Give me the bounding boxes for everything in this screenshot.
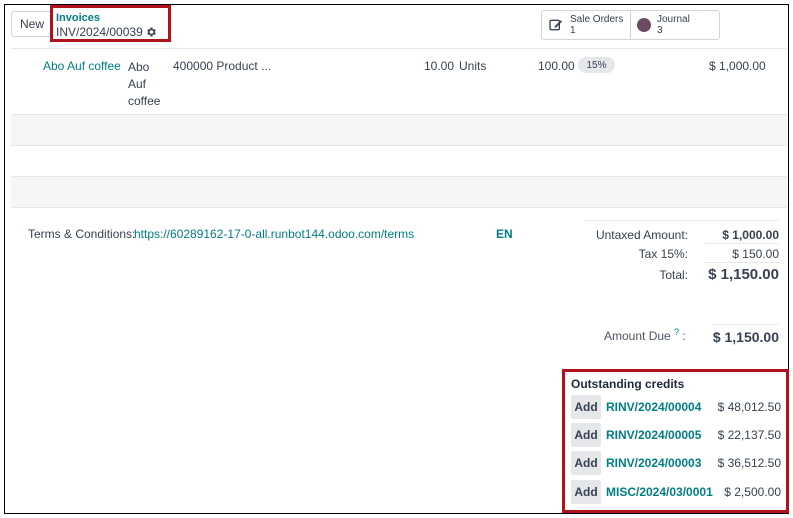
divider [11, 207, 787, 208]
breadcrumb-parent-link[interactable]: Invoices [56, 12, 100, 24]
line-label[interactable]: Abo Auf coffee [128, 59, 160, 110]
list-item: Add RINV/2024/00003 $ 36,512.50 [571, 451, 781, 475]
add-credit-button[interactable]: Add [571, 395, 601, 419]
smart-buttons: Sale Orders 1 Journal 3 [541, 10, 720, 40]
amount-due-text: Amount Due [604, 329, 671, 343]
journal-smart-button[interactable]: Journal 3 [630, 11, 719, 39]
untaxed-value: $ 1,000.00 [722, 228, 779, 242]
credit-amount: $ 2,500.00 [724, 485, 781, 499]
list-item: Add RINV/2024/00004 $ 48,012.50 [571, 395, 781, 419]
line-subtotal: $ 1,000.00 [709, 59, 766, 73]
sale-orders-label: Sale Orders [570, 14, 624, 25]
new-button[interactable]: New [11, 11, 53, 37]
line-label-1: Abo [128, 60, 150, 74]
line-label-2: Auf [128, 77, 147, 91]
sale-orders-count: 1 [570, 25, 576, 36]
line-price[interactable]: 100.00 [538, 59, 575, 73]
language-code[interactable]: EN [496, 227, 513, 241]
credit-ref-link[interactable]: MISC/2024/03/0001 [606, 485, 724, 499]
total-value: $ 1,150.00 [708, 266, 779, 283]
outstanding-credits-title: Outstanding credits [571, 377, 685, 391]
add-credit-button[interactable]: Add [571, 480, 601, 504]
terms-label: Terms & Conditions: [28, 227, 136, 241]
amount-due-label: Amount Due ? : [604, 327, 686, 343]
divider [11, 145, 787, 146]
terms-link[interactable]: https://60289162-17-0-all.runbot144.odoo… [134, 227, 414, 241]
credit-amount: $ 48,012.50 [717, 400, 781, 414]
line-quantity[interactable]: 10.00 [424, 59, 454, 73]
credit-ref-link[interactable]: RINV/2024/00005 [606, 428, 718, 442]
line-account[interactable]: 400000 Product ... [173, 59, 271, 73]
line-label-3: coffee [128, 94, 161, 108]
pencil-square-icon [549, 19, 562, 31]
total-label: Total: [659, 268, 688, 282]
journal-count: 3 [657, 25, 663, 36]
credit-amount: $ 36,512.50 [717, 456, 781, 470]
journal-dot-icon [637, 18, 651, 32]
gear-icon[interactable] [145, 26, 157, 38]
tax-label: Tax 15%: [638, 247, 688, 261]
amount-due-colon: : [682, 329, 686, 343]
tax-value: $ 150.00 [732, 247, 779, 261]
empty-row [11, 177, 787, 207]
totals-divider [705, 243, 779, 244]
line-product[interactable]: Abo Auf coffee [43, 59, 121, 73]
list-item: Add MISC/2024/03/0001 $ 2,500.00 [571, 480, 781, 504]
credit-ref-link[interactable]: RINV/2024/00004 [606, 400, 718, 414]
totals-divider [584, 220, 779, 221]
totals-divider [712, 324, 779, 325]
credit-amount: $ 22,137.50 [717, 428, 781, 442]
divider [11, 48, 787, 49]
tax-badge[interactable]: 15% [578, 57, 615, 73]
help-icon[interactable]: ? [674, 327, 679, 337]
list-item: Add RINV/2024/00005 $ 22,137.50 [571, 423, 781, 447]
totals-divider [705, 262, 779, 263]
sale-orders-smart-button[interactable]: Sale Orders 1 [542, 11, 630, 39]
untaxed-label: Untaxed Amount: [595, 228, 688, 242]
add-credit-button[interactable]: Add [571, 451, 601, 475]
amount-due-value: $ 1,150.00 [712, 329, 779, 345]
credit-ref-link[interactable]: RINV/2024/00003 [606, 456, 718, 470]
empty-row [11, 115, 787, 145]
add-credit-button[interactable]: Add [571, 423, 601, 447]
line-uom[interactable]: Units [459, 59, 486, 73]
breadcrumb-current: INV/2024/00039 [56, 25, 143, 39]
journal-label: Journal [657, 14, 690, 25]
